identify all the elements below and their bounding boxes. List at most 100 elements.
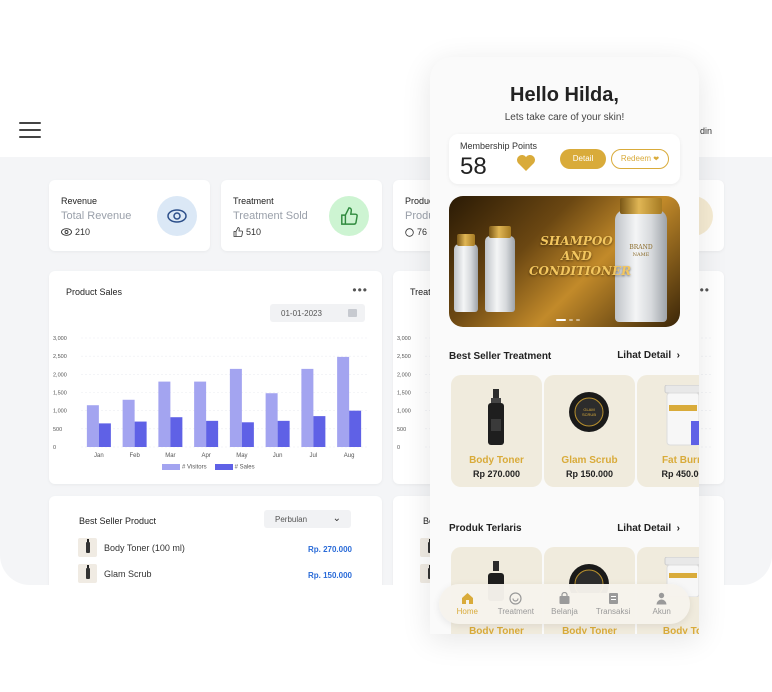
nav-label: Transaksi <box>595 607 631 616</box>
nav-belanja[interactable]: Belanja <box>540 592 588 616</box>
list-item[interactable]: Glam Scrub Rp. 150.000 <box>78 564 352 584</box>
greeting-title: Hello Hilda, <box>510 84 619 106</box>
product-thumbnail <box>78 564 97 583</box>
brand-label: BRAND NAME <box>621 244 661 258</box>
product-name: Fat Burn <box>661 455 699 466</box>
lihat-detail-link[interactable]: Lihat Detail › <box>617 350 680 361</box>
legend-visitors: # Visitors <box>162 464 207 471</box>
lihat-detail-link[interactable]: Lihat Detail › <box>617 523 680 534</box>
nav-transaksi[interactable]: Transaksi <box>589 592 637 616</box>
conditioner-bottle-image <box>485 236 515 312</box>
product-name: Glam Scrub <box>104 569 152 579</box>
detail-button[interactable]: Detail <box>560 149 606 169</box>
stat-count-value: 510 <box>246 227 262 237</box>
chat-small-icon <box>405 227 414 237</box>
y-tick-label: 500 <box>397 427 406 433</box>
bar-sales <box>349 410 362 447</box>
heart-icon <box>517 155 535 171</box>
product-price: Rp. 270.000 <box>307 545 352 554</box>
bar-visitors <box>158 381 171 447</box>
banner-line: SHAMPOO <box>540 234 613 248</box>
jar-label: GLAM SCRUB <box>581 407 596 417</box>
thumbs-up-small-icon <box>233 227 243 237</box>
treatment-card[interactable]: Treatment Treatment Sold 510 <box>221 180 382 251</box>
bar-sales <box>313 416 326 447</box>
chevron-right-icon: › <box>673 523 680 534</box>
bar-sales <box>98 423 111 447</box>
section-title: Best Seller Treatment <box>449 351 552 362</box>
bottom-navigation: Home Treatment Belanja Transaksi Akun <box>439 584 690 624</box>
product-name: Body Toner <box>469 626 524 634</box>
redeem-label: Redeem <box>620 154 652 163</box>
nav-home[interactable]: Home <box>443 592 491 616</box>
legend-label: # Sales <box>234 464 255 471</box>
revenue-card[interactable]: Revenue Total Revenue 210 <box>49 180 210 251</box>
menu-icon[interactable] <box>19 122 41 138</box>
product-sales-chart: 0 500 1,000 1,500 2,000 2,500 3,000 Jan Feb Mar Ap… <box>53 336 367 459</box>
product-price: Rp 270.000 <box>472 469 521 479</box>
y-tick-label: 0 <box>397 445 400 451</box>
greeting-subtitle: Lets take care of your skin! <box>504 112 625 123</box>
bar-visitors <box>301 368 314 447</box>
nav-akun[interactable]: Akun <box>638 592 686 616</box>
eye-small-icon <box>61 228 72 236</box>
legend-label: # Visitors <box>182 464 207 471</box>
eye-icon <box>157 196 197 236</box>
x-tick-label: Jan <box>94 453 104 459</box>
user-icon <box>656 592 667 605</box>
x-tick-label: Feb <box>129 453 140 459</box>
banner-line: AND <box>561 249 592 263</box>
chevron-down-icon: ⌄ <box>332 513 341 524</box>
bar-sales <box>206 420 219 447</box>
y-tick-label: 3,000 <box>53 336 67 342</box>
nav-treatment[interactable]: Treatment <box>492 592 540 616</box>
chart-legend: # Visitors # Sales <box>162 464 255 471</box>
redeem-button[interactable]: Redeem ❤ <box>611 149 669 169</box>
membership-points: 58 <box>460 153 487 180</box>
product-name: Body To <box>662 626 699 634</box>
product-name: Body Toner <box>469 455 524 466</box>
y-tick-label: 2,000 <box>53 372 67 378</box>
product-price: Rp 150.000 <box>565 469 614 479</box>
carousel-indicator[interactable] <box>556 319 580 321</box>
y-tick-label: 1,000 <box>397 409 411 415</box>
membership-label: Membership Points <box>460 141 538 151</box>
bar-visitors <box>337 356 350 447</box>
tub-image <box>664 385 699 446</box>
nav-label: Home <box>456 607 478 616</box>
product-card[interactable]: GLAM SCRUB Glam Scrub Rp 150.000 <box>544 375 635 487</box>
product-name: Glam Scrub <box>561 455 618 466</box>
link-label: Lihat Detail <box>617 350 672 361</box>
stat-subtitle: Treatment Sold <box>233 210 308 222</box>
period-value: Perbulan <box>275 515 308 524</box>
shampoo-bottle-image <box>454 244 478 312</box>
bar-visitors <box>229 368 242 447</box>
y-tick-label: 500 <box>53 427 62 433</box>
product-card[interactable]: Body Toner Rp 270.000 <box>451 375 542 487</box>
x-tick-label: Jun <box>273 453 283 459</box>
product-name: Body Toner <box>562 626 617 634</box>
receipt-icon <box>608 593 618 604</box>
stat-title: Revenue <box>61 196 98 206</box>
heart-small-icon: ❤ <box>653 156 660 163</box>
product-names-row: Body Toner Body Toner Body To <box>430 626 699 634</box>
nav-label: Akun <box>652 607 671 616</box>
product-sales-panel: Product Sales ••• 01-01-2023 0 500 1,000 1,… <box>49 271 382 484</box>
bar-visitors <box>265 393 278 447</box>
stat-title: Treatment <box>233 196 274 206</box>
y-tick-label: 1,000 <box>53 409 67 415</box>
y-tick-label: 0 <box>53 445 56 451</box>
y-tick-label: 1,500 <box>53 391 67 397</box>
bottle-cap <box>457 234 475 246</box>
x-tick-label: May <box>236 453 247 459</box>
period-select[interactable]: Perbulan ⌄ <box>264 510 351 528</box>
product-price: Rp 450.00 <box>661 469 699 479</box>
list-item[interactable]: Body Toner (100 ml) Rp. 270.000 <box>78 538 352 558</box>
promo-banner[interactable]: BRAND NAME SHAMPOO AND CONDITIONER <box>449 196 680 327</box>
stat-count-value: 210 <box>75 227 91 237</box>
y-tick-label: 2,000 <box>397 372 411 378</box>
banner-headline: SHAMPOO AND CONDITIONER <box>529 234 631 279</box>
product-card[interactable]: Fat Burn Rp 450.00 <box>637 375 699 487</box>
stat-count-value: 76 <box>417 227 428 237</box>
product-name: Body Toner (100 ml) <box>104 543 185 553</box>
